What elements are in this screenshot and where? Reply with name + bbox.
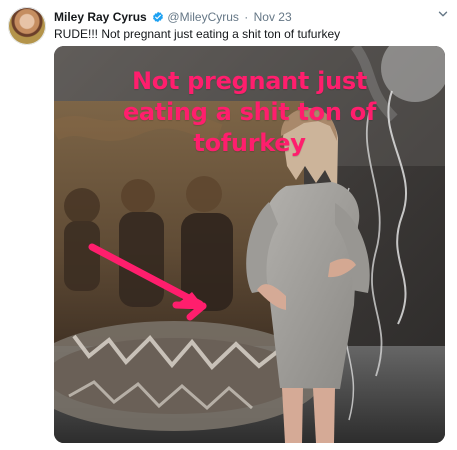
user-handle[interactable]: @MileyCyrus (167, 10, 239, 24)
tweet-header: Miley Ray Cyrus @MileyCyrus · Nov 23 (54, 8, 292, 26)
chevron-down-icon[interactable] (438, 9, 448, 19)
caption-line: tofurkey (193, 129, 306, 157)
verified-badge-icon (153, 11, 164, 23)
avatar[interactable] (8, 7, 46, 45)
media-caption: Not pregnant just eating a shit ton of t… (54, 66, 445, 159)
display-name[interactable]: Miley Ray Cyrus (54, 10, 147, 24)
caption-line: eating a shit ton of (122, 98, 377, 126)
tweet-card[interactable]: Miley Ray Cyrus @MileyCyrus · Nov 23 RUD… (0, 0, 457, 450)
separator-dot: · (244, 10, 249, 24)
tweet-media[interactable]: Not pregnant just eating a shit ton of t… (54, 46, 445, 443)
tweet-text: RUDE!!! Not pregnant just eating a shit … (54, 27, 341, 41)
caption-line: Not pregnant just (131, 67, 368, 95)
tweet-date[interactable]: Nov 23 (254, 10, 292, 24)
